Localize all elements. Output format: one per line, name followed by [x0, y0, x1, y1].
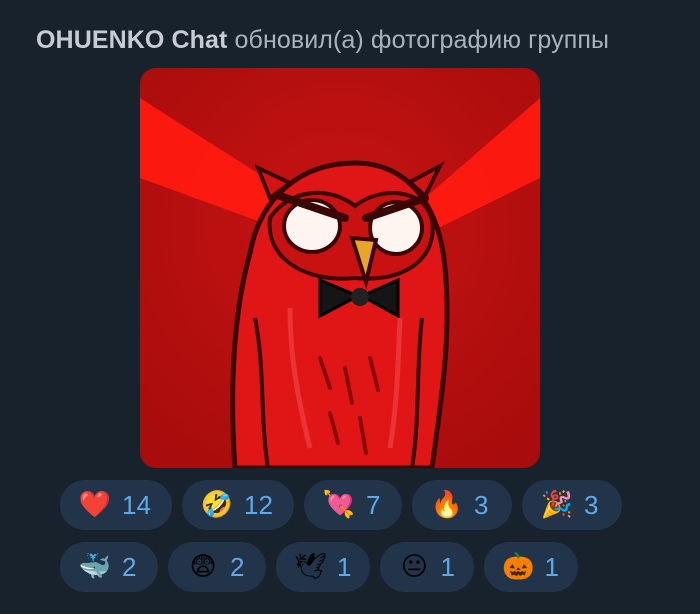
fearful-face-icon: 😨 [189, 552, 217, 582]
reaction-row-2: 🐳 2 😨 2 🕊 1 😐 1 🎃 1 [60, 542, 640, 592]
reaction-count: 3 [474, 489, 489, 520]
reaction-count: 1 [337, 551, 352, 582]
jack-o-lantern-icon: 🎃 [502, 552, 535, 582]
reaction-pumpkin[interactable]: 🎃 1 [484, 542, 578, 592]
reaction-whale[interactable]: 🐳 2 [60, 542, 158, 592]
reaction-heart-arrow[interactable]: 💘 7 [304, 480, 402, 530]
neutral-face-icon: 😐 [400, 552, 428, 582]
service-message-action: обновил(а) фотографию группы [234, 26, 610, 54]
service-message-author[interactable]: OHUENKO Chat [36, 26, 227, 54]
reaction-count: 2 [230, 551, 245, 582]
reaction-count: 7 [366, 489, 381, 520]
reaction-fearful[interactable]: 😨 2 [168, 542, 266, 592]
owl-image [140, 68, 540, 468]
reaction-count: 1 [440, 551, 455, 582]
reaction-count: 14 [122, 489, 151, 520]
reaction-fire[interactable]: 🔥 3 [412, 480, 512, 530]
reaction-count: 12 [244, 489, 273, 520]
fire-icon: 🔥 [430, 490, 464, 520]
whale-icon: 🐳 [78, 552, 112, 582]
party-popper-icon: 🎉 [540, 490, 574, 520]
dove-icon: 🕊 [294, 552, 328, 582]
reaction-dove[interactable]: 🕊 1 [276, 542, 370, 592]
reaction-rofl[interactable]: 🤣 12 [182, 480, 294, 530]
reaction-neutral[interactable]: 😐 1 [380, 542, 474, 592]
reaction-heart[interactable]: ❤️ 14 [60, 480, 172, 530]
reaction-count: 3 [584, 489, 599, 520]
heart-with-arrow-icon: 💘 [322, 490, 356, 520]
chat-view: OHUENKO Chat обновил(а) фотографию групп… [0, 0, 700, 614]
reaction-row-1: ❤️ 14 🤣 12 💘 7 🔥 3 🎉 3 [60, 480, 640, 530]
reaction-party[interactable]: 🎉 3 [522, 480, 622, 530]
reactions-bar: ❤️ 14 🤣 12 💘 7 🔥 3 🎉 3 🐳 2 😨 2 🕊 1 😐 1 🎃… [60, 480, 640, 604]
rolling-laughing-face-icon: 🤣 [200, 490, 234, 520]
red-heart-icon: ❤️ [78, 490, 112, 520]
reaction-count: 1 [544, 551, 559, 582]
group-photo[interactable] [140, 68, 540, 468]
service-message: OHUENKO Chat обновил(а) фотографию групп… [36, 26, 609, 55]
reaction-count: 2 [122, 551, 137, 582]
